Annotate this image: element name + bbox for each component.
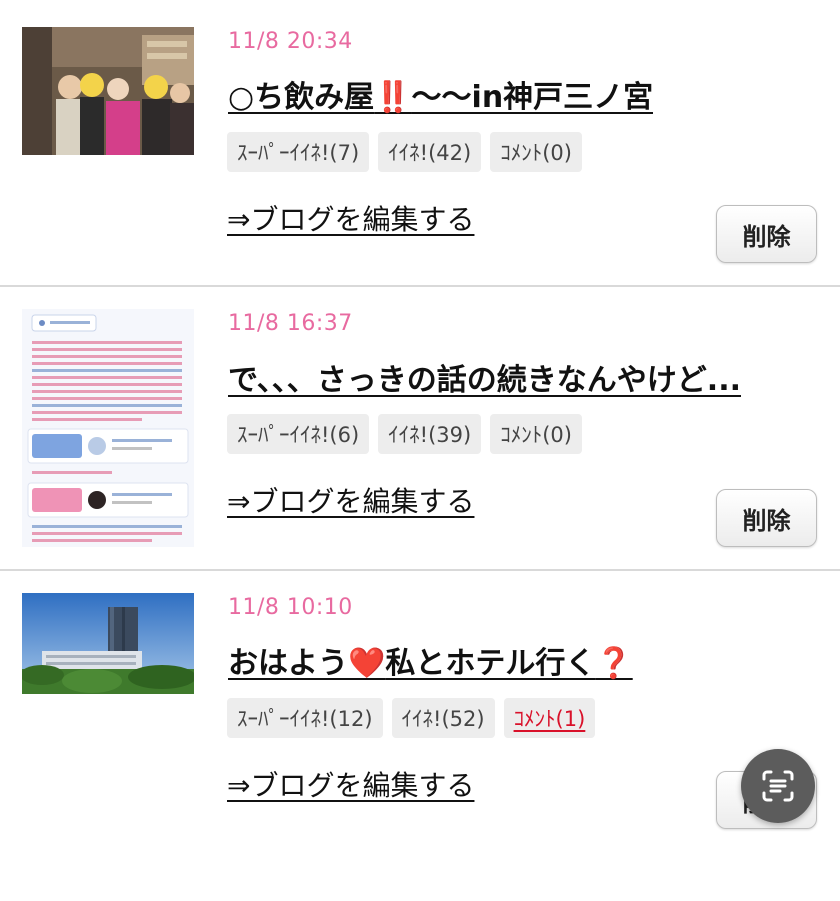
comment-chip[interactable]: ｺﾒﾝﾄ(0) xyxy=(490,132,582,172)
hotel-building-photo xyxy=(22,593,194,694)
post-title-text: 私とホテル行く xyxy=(385,646,596,681)
edit-blog-link[interactable]: ⇒ブログを編集する xyxy=(227,480,474,520)
divider xyxy=(0,569,840,571)
like-chip[interactable]: ｲｲﾈ!(42) xyxy=(378,132,482,172)
post-thumbnail[interactable] xyxy=(22,27,194,155)
post-thumbnail[interactable] xyxy=(22,309,194,547)
comment-chip[interactable]: ｺﾒﾝﾄ(0) xyxy=(490,414,582,454)
bar-group-photo xyxy=(22,27,194,155)
super-like-chip[interactable]: ｽｰﾊﾟｰｲｲﾈ!(6) xyxy=(227,414,370,454)
comment-chip[interactable]: ｺﾒﾝﾄ(1) xyxy=(503,698,596,738)
reaction-chips: ｽｰﾊﾟｰｲｲﾈ!(6) ｲｲﾈ!(39) ｺﾒﾝﾄ(0) xyxy=(227,414,582,454)
delete-button[interactable]: 削除 xyxy=(716,205,817,263)
super-like-chip[interactable]: ｽｰﾊﾟｰｲｲﾈ!(7) xyxy=(227,132,370,172)
post-date: 11/8 10:10 xyxy=(228,595,353,620)
post-date: 11/8 16:37 xyxy=(228,311,353,336)
heart-icon: ❤️ xyxy=(348,646,386,681)
scan-text-icon xyxy=(762,770,794,802)
post-title-text: 〜〜in神戸三ノ宮 xyxy=(411,80,654,115)
post-title-link[interactable]: おはよう❤️私とホテル行く❓ xyxy=(228,638,633,682)
blog-screenshot-image xyxy=(22,309,194,547)
delete-button[interactable]: 削除 xyxy=(716,489,817,547)
post-title-text: おはよう xyxy=(228,646,348,681)
divider xyxy=(0,285,840,287)
edit-blog-link[interactable]: ⇒ブログを編集する xyxy=(227,198,474,238)
post-title-link[interactable]: で、、、さっきの話の続きなんやけど... xyxy=(228,355,741,399)
post-date: 11/8 20:34 xyxy=(228,29,353,54)
post-title-link[interactable]: ○ち飲み屋‼️〜〜in神戸三ノ宮 xyxy=(228,72,653,116)
reaction-chips: ｽｰﾊﾟｰｲｲﾈ!(12) ｲｲﾈ!(52) ｺﾒﾝﾄ(1) xyxy=(227,698,596,738)
reaction-chips: ｽｰﾊﾟｰｲｲﾈ!(7) ｲｲﾈ!(42) ｺﾒﾝﾄ(0) xyxy=(227,132,582,172)
super-like-chip[interactable]: ｽｰﾊﾟｰｲｲﾈ!(12) xyxy=(227,698,383,738)
double-exclamation-icon: ‼️ xyxy=(374,80,412,115)
like-chip[interactable]: ｲｲﾈ!(52) xyxy=(391,698,495,738)
question-mark-icon: ❓ xyxy=(595,646,633,681)
like-chip[interactable]: ｲｲﾈ!(39) xyxy=(378,414,482,454)
edit-blog-link[interactable]: ⇒ブログを編集する xyxy=(227,764,474,804)
scan-text-button[interactable] xyxy=(741,749,815,823)
post-thumbnail[interactable] xyxy=(22,593,194,694)
post-title-text: で、、、さっきの話の続きなんやけど... xyxy=(228,363,741,398)
post-title-text: ○ち飲み屋 xyxy=(228,80,375,115)
